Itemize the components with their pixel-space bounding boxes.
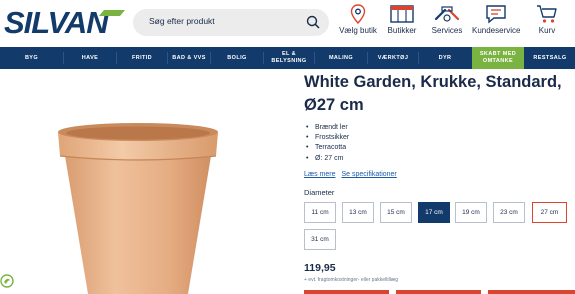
nav-item-restsalg[interactable]: RESTSALG <box>525 47 575 69</box>
product-feature-list: Brændt ler Frostsikker Terracotta Ø: 27 … <box>305 123 349 164</box>
stores-button[interactable]: Butikker <box>384 4 420 35</box>
size-option-31cm[interactable]: 31 cm <box>304 229 336 250</box>
choose-store-button[interactable]: Vælg butik <box>338 4 378 35</box>
product-links: Læs mere Se specifikationer <box>304 171 403 178</box>
feature-item: Ø: 27 cm <box>305 154 349 164</box>
size-option-15cm[interactable]: 15 cm <box>380 202 412 223</box>
size-option-17cm[interactable]: 17 cm <box>418 202 450 223</box>
location-pin-icon <box>350 4 366 24</box>
action-button-edge[interactable] <box>304 290 389 294</box>
main-nav: BYG HAVE FRITID BAD & VVS BOLIG EL & BEL… <box>0 47 575 69</box>
eco-badge-icon <box>0 274 14 288</box>
nav-item-byg[interactable]: BYG <box>0 47 63 69</box>
diameter-label: Diameter <box>304 188 335 197</box>
search-input[interactable]: Søg efter produkt <box>149 16 215 26</box>
nav-item-bad-vvs[interactable]: BAD & VVS <box>168 47 210 69</box>
product-price: 119,95 <box>304 262 336 274</box>
size-option-11cm[interactable]: 11 cm <box>304 202 336 223</box>
action-button-edge[interactable] <box>396 290 481 294</box>
nav-item-dyr[interactable]: DYR <box>419 47 471 69</box>
services-button[interactable]: Services <box>428 4 466 35</box>
action-buttons-edge <box>304 290 575 294</box>
search-icon[interactable] <box>306 15 320 29</box>
size-option-13cm[interactable]: 13 cm <box>342 202 374 223</box>
nav-item-bolig[interactable]: BOLIG <box>211 47 263 69</box>
size-option-19cm[interactable]: 19 cm <box>455 202 487 223</box>
action-button-edge[interactable] <box>488 290 575 294</box>
nav-item-vaerktoj[interactable]: VÆRKTØJ <box>368 47 418 69</box>
cart-label: Kurv <box>538 26 556 35</box>
silvan-logo[interactable]: SILVAN <box>4 4 128 40</box>
customer-service-label: Kundeservice <box>472 26 521 35</box>
specifications-link[interactable]: Se specifikationer <box>342 171 397 178</box>
store-icon <box>390 5 414 23</box>
services-label: Services <box>431 26 463 35</box>
read-more-link[interactable]: Læs mere <box>304 171 336 178</box>
product-title: White Garden, Krukke, Standard, Ø27 cm <box>304 73 562 114</box>
nav-item-fritid[interactable]: FRITID <box>117 47 167 69</box>
nav-item-el-belysning[interactable]: EL & BELYSNING <box>264 47 314 69</box>
feature-item: Terracotta <box>305 143 349 153</box>
feature-item: Brændt ler <box>305 123 349 133</box>
svg-text:SILVAN: SILVAN <box>4 5 109 40</box>
feature-item: Frostsikker <box>305 133 349 143</box>
freight-note: + evt. fragtomkostninger- eller pakkelti… <box>304 277 399 283</box>
size-option-23cm[interactable]: 23 cm <box>493 202 525 223</box>
nav-item-skabt-med-omtanke[interactable]: SKABT MED OMTANKE <box>472 47 524 69</box>
nav-item-have[interactable]: HAVE <box>64 47 116 69</box>
tools-icon <box>434 6 460 22</box>
search-bar[interactable]: Søg efter produkt <box>133 9 329 36</box>
product-image[interactable] <box>48 120 228 294</box>
choose-store-label: Vælg butik <box>339 26 377 35</box>
cart-icon <box>537 5 557 23</box>
chat-icon <box>486 5 506 24</box>
cart-button[interactable]: Kurv <box>530 4 564 35</box>
nav-item-maling[interactable]: MALING <box>315 47 367 69</box>
size-option-27cm[interactable]: 27 cm <box>532 202 567 223</box>
site-header: SILVAN Søg efter produkt Vælg butik Buti… <box>0 0 575 46</box>
stores-label: Butikker <box>387 26 417 35</box>
customer-service-button[interactable]: Kundeservice <box>472 4 520 35</box>
